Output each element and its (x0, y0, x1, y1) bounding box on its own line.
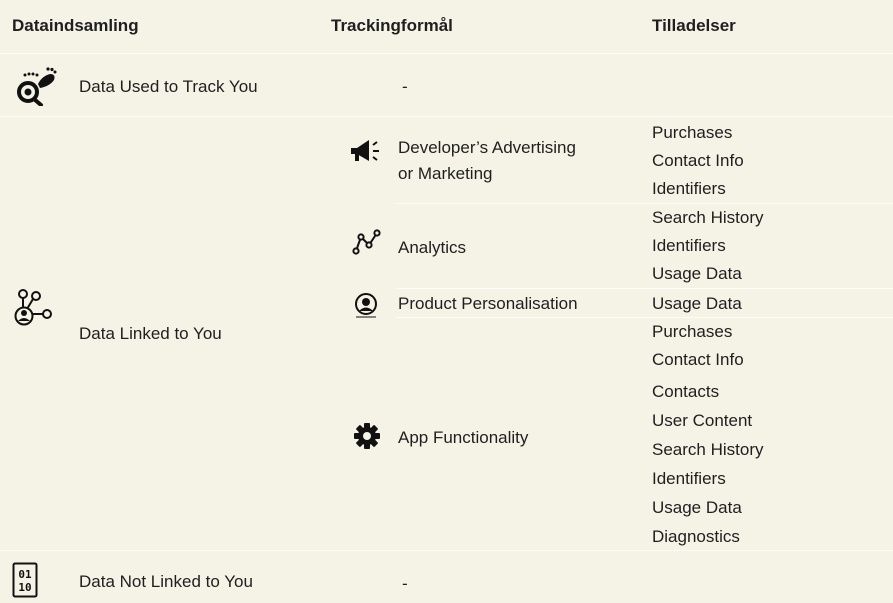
permission-item: Diagnostics (652, 527, 740, 546)
megaphone-icon (349, 137, 381, 165)
permission-item: Identifiers (652, 179, 726, 198)
permission-item: Usage Data (652, 498, 742, 517)
row-divider (0, 53, 893, 54)
permission-item: Usage Data (652, 294, 742, 313)
gear-icon (353, 422, 381, 450)
purpose-divider (396, 203, 893, 204)
track-you-purpose: - (402, 77, 408, 96)
purpose-label: Product Personalisation (398, 294, 578, 313)
purpose-label: or Marketing (398, 164, 493, 183)
svg-text:10: 10 (18, 581, 31, 594)
footprint-search-icon (12, 66, 58, 106)
svg-text:01: 01 (18, 568, 32, 581)
purpose-label: Developer’s Advertising (398, 138, 576, 157)
permission-item: Search History (652, 440, 764, 459)
header-tracking-purpose: Trackingformål (331, 16, 453, 35)
person-network-icon (13, 288, 55, 330)
binary-data-icon: 01 10 (12, 562, 38, 598)
permission-item: Usage Data (652, 264, 742, 283)
permission-item: Contact Info (652, 350, 744, 369)
purpose-label: Analytics (398, 238, 467, 257)
row-divider (0, 550, 893, 551)
purpose-divider (396, 317, 893, 318)
permission-item: Search History (652, 208, 764, 227)
permission-item: Contact Info (652, 151, 744, 170)
permission-item: Purchases (652, 322, 733, 341)
person-circle-icon (353, 292, 379, 318)
linked-you-label: Data Linked to You (79, 324, 222, 343)
purpose-divider (396, 288, 893, 289)
permission-item: Contacts (652, 382, 720, 401)
permission-item: Identifiers (652, 469, 726, 488)
permission-item: Identifiers (652, 236, 726, 255)
analytics-graph-icon (352, 229, 382, 255)
header-permissions: Tilladelser (652, 16, 736, 35)
not-linked-purpose: - (402, 574, 408, 593)
purpose-label: App Functionality (398, 428, 529, 447)
track-you-label: Data Used to Track You (79, 77, 258, 96)
header-data-collection: Dataindsamling (12, 16, 139, 35)
permission-item: Purchases (652, 123, 733, 142)
not-linked-label: Data Not Linked to You (79, 572, 253, 591)
row-divider (0, 116, 893, 117)
permission-item: User Content (652, 411, 753, 430)
